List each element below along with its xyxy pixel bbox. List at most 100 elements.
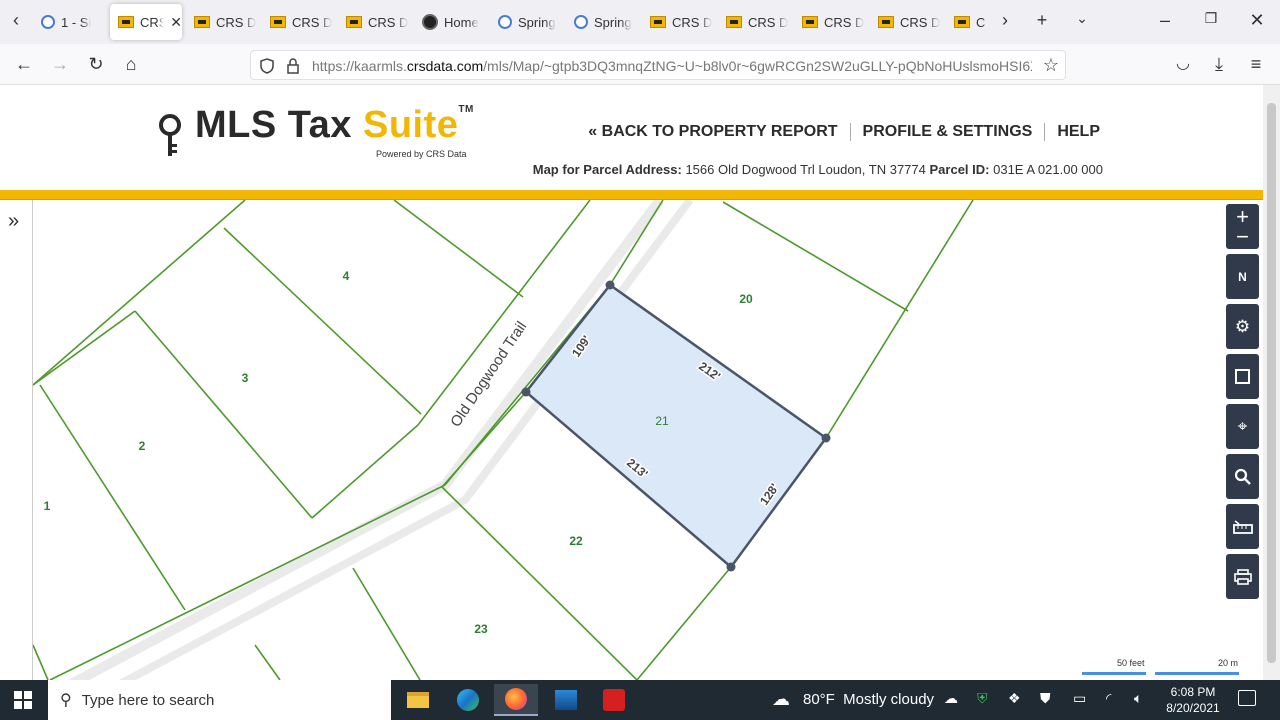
defender-icon[interactable]: ⛨ bbox=[977, 690, 988, 707]
pin-favicon-icon bbox=[41, 15, 55, 29]
bookmark-star-icon[interactable]: ☆ bbox=[1043, 55, 1059, 76]
edge-app[interactable] bbox=[446, 684, 490, 716]
site-header: MLS Tax SuiteTM Powered by CRS Data « BA… bbox=[0, 85, 1263, 190]
tab-label: CRS D bbox=[672, 14, 712, 30]
browser-tab[interactable]: CRS D bbox=[718, 4, 788, 40]
print-button[interactable] bbox=[1226, 554, 1259, 599]
extent-button[interactable] bbox=[1226, 354, 1259, 399]
selected-parcel[interactable] bbox=[524, 283, 828, 569]
weather-icon: ☁ bbox=[772, 689, 790, 709]
browser-tab[interactable]: CRS ✕ bbox=[110, 4, 182, 40]
tab-label: Spring bbox=[518, 14, 556, 30]
wifi-icon[interactable]: ◜ bbox=[1106, 690, 1111, 707]
back-icon[interactable]: ← bbox=[12, 52, 36, 76]
browser-tab[interactable]: 1 - Si bbox=[33, 4, 103, 40]
forward-icon[interactable]: → bbox=[48, 52, 72, 76]
browser-tab[interactable]: CRS D bbox=[338, 4, 408, 40]
volume-icon[interactable]: 🔈︎ bbox=[1134, 690, 1142, 707]
tab-label: Home bbox=[444, 14, 479, 30]
map-canvas[interactable]: Old Dogwood Trail 1 2 3 4 20 21 22 23 10… bbox=[0, 200, 1263, 680]
notifications-icon[interactable] bbox=[1238, 690, 1256, 706]
back-to-report-link[interactable]: « BACK TO PROPERTY REPORT bbox=[588, 123, 837, 141]
onedrive-icon[interactable]: ☁ bbox=[944, 690, 958, 707]
browser-tab-strip: ‹ 1 - Si CRS ✕ CRS D CRS D CRS D Home Spring Spr… bbox=[0, 0, 1280, 44]
browser-tab[interactable]: CRS D bbox=[262, 4, 332, 40]
menu-icon[interactable]: ≡ bbox=[1244, 52, 1268, 76]
home-icon[interactable]: ⌂ bbox=[119, 52, 143, 76]
printer-icon bbox=[1233, 568, 1252, 585]
tab-label: 1 - Si bbox=[61, 14, 92, 30]
taskbar-search[interactable]: ⚲ Type here to search bbox=[48, 680, 391, 720]
search-map-button[interactable] bbox=[1226, 454, 1259, 499]
locate-button[interactable]: ⌖ bbox=[1226, 404, 1259, 449]
photos-app[interactable] bbox=[544, 684, 588, 716]
zoom-out-button[interactable]: − bbox=[1236, 225, 1249, 247]
settings-button[interactable]: ⚙ bbox=[1226, 304, 1259, 349]
address-bar[interactable]: https://kaarmls.crsdata.com/mls/Map/~gtp… bbox=[250, 50, 1066, 80]
close-tab-icon[interactable]: ✕ bbox=[170, 14, 182, 31]
compass-button[interactable]: N bbox=[1226, 254, 1259, 299]
acrobat-app[interactable] bbox=[592, 684, 636, 716]
browser-tab[interactable]: CRS D bbox=[794, 4, 864, 40]
measure-button[interactable] bbox=[1226, 504, 1259, 549]
firefox-icon bbox=[505, 688, 527, 710]
parcel-vertex[interactable] bbox=[605, 280, 615, 290]
tab-scroll-left-icon[interactable]: ‹ bbox=[4, 10, 28, 31]
battery-icon[interactable]: ▭ bbox=[1073, 690, 1086, 707]
browser-tab[interactable]: CR bbox=[946, 4, 986, 40]
profile-settings-link[interactable]: PROFILE & SETTINGS bbox=[863, 123, 1033, 141]
browser-tab[interactable]: CRS D bbox=[870, 4, 940, 40]
minimize-button[interactable]: – bbox=[1153, 10, 1177, 31]
browser-tab[interactable]: Home bbox=[414, 4, 484, 40]
parcel-vertex[interactable] bbox=[821, 433, 831, 443]
crs-favicon-icon bbox=[270, 16, 286, 28]
reload-icon[interactable]: ↻ bbox=[84, 52, 108, 76]
windows-taskbar: ⚲ Type here to search ☁ 80°F Mostly clou… bbox=[0, 680, 1280, 720]
file-explorer-app[interactable] bbox=[396, 684, 440, 716]
lock-icon bbox=[287, 58, 299, 74]
restore-button[interactable]: ❐ bbox=[1199, 10, 1223, 27]
parcel-map[interactable]: Old Dogwood Trail 1 2 3 4 20 21 22 23 10… bbox=[0, 200, 1263, 680]
crs-favicon-icon bbox=[346, 16, 362, 28]
weather-text[interactable]: 80°F Mostly cloudy bbox=[803, 691, 934, 708]
scale-feet: 50 feet bbox=[1117, 658, 1145, 668]
browser-tab[interactable]: CRS D bbox=[186, 4, 256, 40]
gear-icon: ⚙ bbox=[1234, 316, 1251, 336]
expand-panel-icon[interactable]: » bbox=[8, 210, 19, 233]
browser-tab[interactable]: CRS D bbox=[642, 4, 712, 40]
firefox-app[interactable] bbox=[494, 684, 538, 716]
crs-favicon-icon bbox=[118, 16, 134, 28]
parcel-vertex[interactable] bbox=[726, 562, 736, 572]
lot-number: 22 bbox=[569, 534, 583, 548]
list-tabs-icon[interactable]: ⌄ bbox=[1070, 10, 1094, 27]
shield-icon bbox=[260, 58, 274, 74]
pocket-icon[interactable]: ◡ bbox=[1171, 52, 1195, 76]
browser-tab[interactable]: Spring bbox=[490, 4, 560, 40]
lot-line bbox=[49, 484, 446, 680]
security-icon[interactable]: ⛊ bbox=[1040, 690, 1051, 707]
downloads-icon[interactable]: ⤓ bbox=[1207, 52, 1231, 76]
tab-label: CRS D bbox=[216, 14, 256, 30]
page-scrollbar[interactable] bbox=[1263, 85, 1280, 680]
dropbox-icon[interactable]: ❖ bbox=[1008, 690, 1021, 707]
edge-icon bbox=[457, 689, 479, 711]
scale-bar bbox=[1155, 672, 1239, 675]
zoom-controls: + − bbox=[1226, 204, 1259, 249]
pin-favicon-icon bbox=[574, 15, 588, 29]
close-window-button[interactable]: ✕ bbox=[1245, 10, 1269, 31]
lot-line bbox=[32, 310, 136, 386]
side-panel-toggle[interactable]: » bbox=[0, 200, 33, 680]
parcel-vertex[interactable] bbox=[521, 387, 531, 397]
help-link[interactable]: HELP bbox=[1057, 123, 1100, 141]
tab-label: CRS bbox=[140, 14, 165, 30]
start-button[interactable] bbox=[14, 691, 32, 709]
clock[interactable]: 6:08 PM 8/20/2021 bbox=[1160, 684, 1226, 716]
scrollbar-thumb[interactable] bbox=[1267, 103, 1276, 663]
brand-name: MLS Tax SuiteTM bbox=[195, 104, 474, 146]
tab-scroll-right-icon[interactable]: › bbox=[993, 10, 1017, 31]
road-edge bbox=[68, 200, 664, 680]
key-icon bbox=[159, 114, 181, 156]
browser-tab[interactable]: Spring bbox=[566, 4, 636, 40]
extent-icon bbox=[1235, 369, 1250, 384]
new-tab-button[interactable]: + bbox=[1030, 10, 1054, 31]
